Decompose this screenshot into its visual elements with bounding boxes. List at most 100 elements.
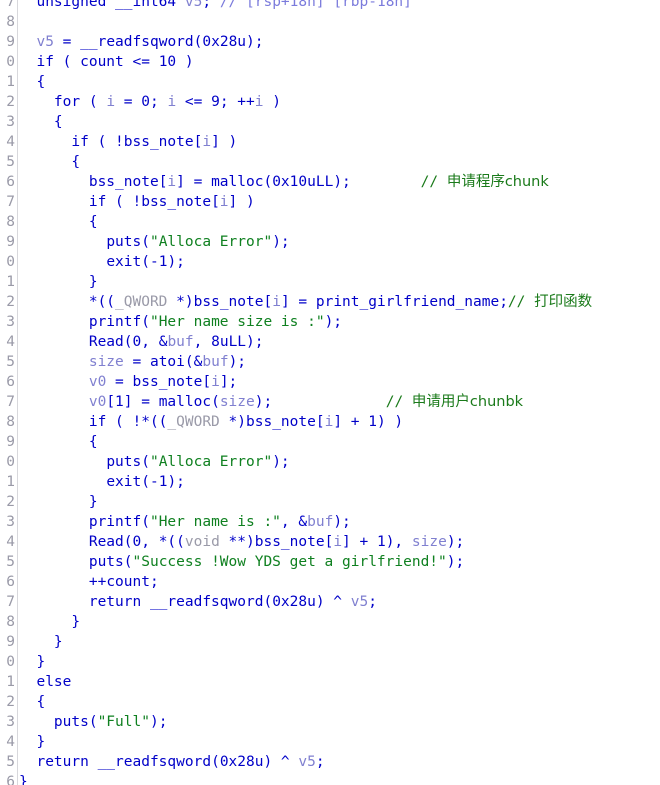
punctuation-token[interactable] (19, 314, 89, 330)
punctuation-token[interactable] (19, 394, 89, 410)
punctuation-token[interactable]: [ (316, 414, 325, 430)
keyword-token[interactable]: if ( !*(( (19, 414, 168, 430)
stack-comment-token[interactable]: // (220, 0, 246, 10)
code-line[interactable]: v0 = bss_note[i]; (19, 372, 660, 392)
keyword-token[interactable]: for ( (19, 94, 106, 110)
punctuation-token[interactable]: ( (141, 234, 150, 250)
code-line[interactable]: puts("Success !Wow YDS get a girlfriend!… (19, 552, 660, 572)
punctuation-token[interactable]: , *(( (141, 534, 185, 550)
punctuation-token[interactable]: ( (124, 534, 133, 550)
function-token[interactable]: atoi (150, 354, 185, 370)
code-line[interactable]: } (19, 272, 660, 292)
global-variable-token[interactable]: count (80, 54, 124, 70)
punctuation-token[interactable]: { (19, 434, 98, 450)
code-line[interactable]: { (19, 432, 660, 452)
function-token[interactable]: malloc (211, 174, 263, 190)
type-token[interactable]: void (185, 534, 220, 550)
code-line[interactable]: for ( i = 0; i <= 9; ++i ) (19, 92, 660, 112)
comment-token[interactable]: 申请程序chunk (447, 174, 549, 190)
local-variable-token[interactable]: buf (307, 514, 333, 530)
number-token[interactable]: 10 (159, 54, 176, 70)
global-variable-token[interactable]: count (106, 574, 150, 590)
punctuation-token[interactable]: = (124, 354, 150, 370)
punctuation-token[interactable] (19, 534, 89, 550)
punctuation-token[interactable]: = (54, 34, 80, 50)
punctuation-token[interactable]: } (19, 734, 45, 750)
punctuation-token[interactable]: ); (246, 34, 263, 50)
punctuation-token[interactable]: = (106, 374, 132, 390)
code-line[interactable]: puts("Alloca Error"); (19, 452, 660, 472)
punctuation-token[interactable] (19, 174, 89, 190)
number-token[interactable]: 0x10uLL (272, 174, 333, 190)
local-variable-token[interactable]: v0 (89, 374, 106, 390)
punctuation-token[interactable]: ) (264, 94, 281, 110)
code-line[interactable]: printf("Her name is :", &buf); (19, 512, 660, 532)
keyword-token[interactable]: if ( ! (19, 134, 123, 150)
punctuation-token[interactable] (19, 714, 54, 730)
punctuation-token[interactable]: ; ++ (220, 94, 255, 110)
global-variable-token[interactable]: bss_note (89, 174, 159, 190)
function-token[interactable]: print_girlfriend_name (316, 294, 499, 310)
punctuation-token[interactable]: (- (141, 254, 158, 270)
punctuation-token[interactable]: ); (255, 394, 272, 410)
keyword-token[interactable]: unsigned __int64 (36, 0, 184, 10)
punctuation-token[interactable]: <= (124, 54, 159, 70)
local-variable-token[interactable]: i (333, 534, 342, 550)
global-variable-token[interactable]: bss_note (141, 194, 211, 210)
code-line[interactable]: } (19, 652, 660, 672)
function-token[interactable]: exit (106, 474, 141, 490)
type-token[interactable]: _QWORD (167, 414, 219, 430)
punctuation-token[interactable]: } (19, 654, 45, 670)
local-variable-token[interactable]: size (220, 394, 255, 410)
code-line[interactable]: exit(-1); (19, 472, 660, 492)
function-token[interactable]: malloc (159, 394, 211, 410)
number-token[interactable]: 9 (211, 94, 220, 110)
punctuation-token[interactable]: ( (89, 714, 98, 730)
string-literal-token[interactable]: "Her name size is :" (150, 314, 325, 330)
punctuation-token[interactable]: } (19, 274, 98, 290)
string-literal-token[interactable]: "Success !Wow YDS get a girlfriend!" (133, 554, 447, 570)
punctuation-token[interactable]: , & (141, 334, 167, 350)
local-variable-token[interactable]: v5 (185, 0, 202, 10)
code-line[interactable]: Read(0, &buf, 8uLL); (19, 332, 660, 352)
code-line[interactable]: v0[1] = malloc(size); // 申请用户chunbk (19, 392, 660, 412)
punctuation-token[interactable]: ); (229, 354, 246, 370)
function-token[interactable]: __readfsqword (98, 754, 212, 770)
punctuation-token[interactable]: *(( (19, 294, 115, 310)
function-token[interactable]: __readfsqword (150, 594, 264, 610)
local-variable-token[interactable]: i (325, 414, 334, 430)
code-line[interactable]: } (19, 732, 660, 752)
code-line[interactable]: { (19, 152, 660, 172)
function-token[interactable]: printf (89, 514, 141, 530)
punctuation-token[interactable]: ] + (333, 414, 368, 430)
punctuation-token[interactable]: { (19, 214, 98, 230)
code-line[interactable]: } (19, 772, 660, 785)
punctuation-token[interactable]: [ (263, 294, 272, 310)
local-variable-token[interactable]: v5 (351, 594, 368, 610)
code-line[interactable]: ++count; (19, 572, 660, 592)
code-line[interactable]: } (19, 612, 660, 632)
punctuation-token[interactable]: ); (150, 714, 167, 730)
punctuation-token[interactable] (19, 334, 89, 350)
code-line[interactable]: } (19, 492, 660, 512)
punctuation-token[interactable]: <= (176, 94, 211, 110)
punctuation-token[interactable]: } (19, 634, 63, 650)
punctuation-token[interactable]: ( (141, 454, 150, 470)
punctuation-token[interactable]: ] = (281, 294, 316, 310)
code-line[interactable]: { (19, 112, 660, 132)
punctuation-token[interactable]: ] = (124, 394, 159, 410)
punctuation-token[interactable]: { (19, 114, 63, 130)
punctuation-token[interactable]: [ (211, 194, 220, 210)
punctuation-token[interactable]: ); (272, 234, 289, 250)
punctuation-token[interactable]: *) (167, 294, 193, 310)
punctuation-token[interactable]: ); (333, 174, 350, 190)
punctuation-token[interactable]: ); (246, 334, 263, 350)
code-line[interactable]: } (19, 632, 660, 652)
punctuation-token[interactable]: ( (124, 334, 133, 350)
global-variable-token[interactable]: bss_note (255, 534, 325, 550)
keyword-token[interactable]: return (19, 754, 98, 770)
punctuation-token[interactable]: ) (176, 54, 194, 70)
local-variable-token[interactable]: buf (167, 334, 193, 350)
code-line[interactable]: if ( !bss_note[i] ) (19, 132, 660, 152)
punctuation-token[interactable]: { (19, 154, 80, 170)
